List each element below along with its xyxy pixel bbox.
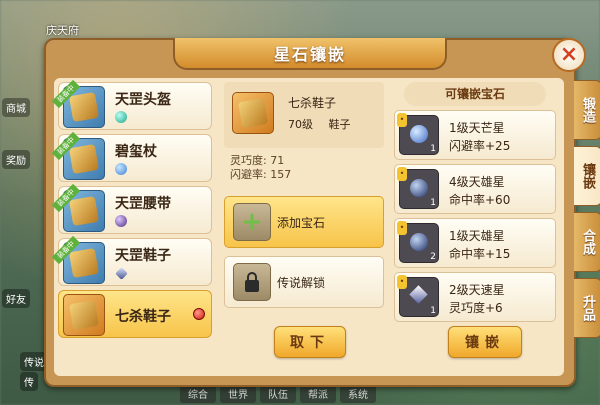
tab-forge[interactable]: 锻造 [574, 80, 600, 140]
locked-slot-label: 传说解锁 [277, 276, 326, 290]
gem-embed-panel: 星石镶嵌 × 装备中 天罡头盔 装备中 碧玺杖 装备中 天罡腰带 装备中 天罡鞋… [44, 38, 586, 387]
blue-gem-icon: • 1 [397, 113, 439, 155]
close-icon: × [559, 42, 579, 67]
shard-gem-icon: • 1 [397, 275, 439, 317]
equipment-name: 七杀鞋子 [115, 309, 171, 325]
close-button[interactable]: × [552, 38, 586, 72]
gem-name: 1级天芒星 [449, 121, 505, 135]
side-tabs: 锻造 镶嵌 合成 升品 [574, 80, 600, 344]
gem-effect: 闪避率+25 [449, 139, 511, 153]
detail-type: 鞋子 [328, 118, 351, 131]
blue-gem-icon [115, 163, 127, 175]
shop-chip[interactable]: 商城 [2, 98, 30, 117]
equipment-item-qisha-boots[interactable]: 七杀鞋子 [58, 290, 212, 338]
gem-item[interactable]: • 1 2级天速星 灵巧度+6 [394, 272, 556, 322]
panel-title: 星石镶嵌 [273, 45, 346, 64]
panel-title-bar: 星石镶嵌 [173, 38, 447, 70]
equipment-item-boots[interactable]: 装备中 天罡鞋子 [51, 235, 212, 286]
gem-count: 1 [430, 306, 436, 316]
equipment-list: 装备中 天罡头盔 装备中 碧玺杖 装备中 天罡腰带 装备中 天罡鞋子 七杀鞋子 [51, 79, 212, 342]
bound-tag-icon: • [397, 275, 407, 289]
panel-content: 装备中 天罡头盔 装备中 碧玺杖 装备中 天罡腰带 装备中 天罡鞋子 七杀鞋子 … [51, 78, 564, 376]
gem-item[interactable]: • 1 4级天雄星 命中率+60 [394, 164, 556, 214]
purple-gem-icon [115, 215, 127, 227]
equipment-item-helmet[interactable]: 装备中 天罡头盔 [51, 79, 212, 130]
equipment-item-belt[interactable]: 装备中 天罡腰带 [51, 183, 212, 234]
tab-combine[interactable]: 合成 [574, 212, 600, 272]
boots-icon [63, 294, 105, 336]
tab-label: 合成 [580, 229, 595, 255]
stat-agility: 灵巧度: 71 [230, 154, 285, 167]
teal-gem-icon [115, 111, 127, 123]
add-gem-label: 添加宝石 [277, 216, 326, 230]
detail-stats: 灵巧度: 71 闪避率: 157 [224, 154, 384, 182]
detail-level: 70级 [288, 118, 313, 131]
gem-effect: 灵巧度+6 [449, 301, 503, 315]
gem-count: 2 [430, 252, 436, 262]
tab-label: 锻造 [580, 97, 595, 123]
bound-tag-icon: • [397, 167, 407, 181]
equipment-name: 天罡鞋子 [115, 248, 171, 264]
bound-tag-icon: • [397, 221, 407, 235]
detail-subtitle: 70级 鞋子 [288, 116, 363, 132]
gem-item[interactable]: • 2 1级天雄星 命中率+15 [394, 218, 556, 268]
equipment-name: 天罡腰带 [115, 196, 171, 212]
shard-gem-icon [115, 267, 128, 280]
detail-header: 七杀鞋子 70级 鞋子 [224, 82, 384, 148]
gem-count: 1 [430, 144, 436, 154]
stat-dodge: 闪避率: 157 [230, 168, 292, 181]
gem-name: 1级天雄星 [449, 229, 505, 243]
gem-item[interactable]: • 1 1级天芒星 闪避率+25 [394, 110, 556, 160]
gem-effect: 命中率+15 [449, 247, 511, 261]
locked-gem-slot[interactable]: 传说解锁 [224, 256, 384, 308]
reward-chip[interactable]: 奖励 [2, 150, 30, 169]
gem-name: 2级天速星 [449, 283, 505, 297]
tab-label: 升品 [580, 295, 595, 321]
notification-dot-icon [193, 308, 205, 320]
location-label: 庆天府 [46, 24, 79, 37]
boots-icon [232, 92, 274, 134]
bound-tag-icon: • [397, 113, 407, 127]
dark-blue-gem-icon: • 1 [397, 167, 439, 209]
add-gem-slot[interactable]: + 添加宝石 [224, 196, 384, 248]
gem-name: 4级天雄星 [449, 175, 505, 189]
gem-list-title: 可镶嵌宝石 [404, 82, 546, 106]
tab-upgrade[interactable]: 升品 [574, 278, 600, 338]
equipment-item-staff[interactable]: 装备中 碧玺杖 [51, 131, 212, 182]
plus-icon: + [233, 203, 271, 241]
remove-button[interactable]: 取下 [274, 326, 346, 358]
dark-blue-gem-icon: • 2 [397, 221, 439, 263]
equipment-name: 天罡头盔 [115, 92, 171, 108]
tab-embed[interactable]: 镶嵌 [574, 146, 600, 206]
lock-icon [233, 263, 271, 301]
friends-chip[interactable]: 好友 [2, 289, 30, 308]
chat-chip-2[interactable]: 传 [20, 372, 38, 391]
gem-count: 1 [430, 198, 436, 208]
embeddable-gem-list: 可镶嵌宝石 • 1 1级天芒星 闪避率+25 • 1 4级天雄星 命中率+60 [394, 82, 556, 326]
equipment-name: 碧玺杖 [115, 144, 157, 160]
detail-name: 七杀鞋子 [288, 96, 337, 110]
gem-effect: 命中率+60 [449, 193, 511, 207]
embed-button[interactable]: 镶嵌 [448, 326, 522, 358]
tab-label: 镶嵌 [580, 163, 595, 189]
